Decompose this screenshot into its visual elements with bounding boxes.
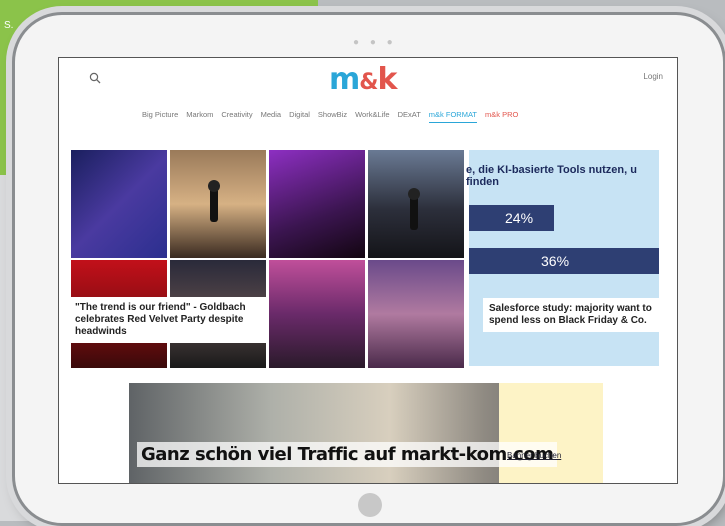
ad-banner-headline[interactable]: Ganz schön viel Traffic auf markt-kom.co… bbox=[137, 442, 558, 467]
nav-item-creativity[interactable]: Creativity bbox=[221, 110, 252, 123]
nav-item-big-picture[interactable]: Big Picture bbox=[142, 110, 178, 123]
nav-item-showbiz[interactable]: ShowBiz bbox=[318, 110, 347, 123]
chart-title: e, die KI-basierte Tools nutzen, u finde… bbox=[466, 164, 637, 188]
nav-item-mk-format[interactable]: m&k FORMAT bbox=[428, 110, 477, 123]
camera-dots: ● ● ● bbox=[353, 37, 397, 48]
nav-item-media[interactable]: Media bbox=[261, 110, 281, 123]
chart-bar-36: 36% bbox=[469, 248, 659, 274]
nav-item-work-life[interactable]: Work&Life bbox=[355, 110, 389, 123]
logo-ampersand: & bbox=[359, 70, 378, 95]
microphone-icon bbox=[208, 180, 220, 222]
microphone-icon bbox=[408, 188, 420, 230]
nav-item-markom[interactable]: Markom bbox=[186, 110, 213, 123]
login-link[interactable]: Login bbox=[643, 72, 663, 81]
home-button[interactable] bbox=[358, 493, 382, 517]
chart-bar-label: 24% bbox=[505, 210, 534, 226]
chart-bar-24: 24% bbox=[469, 205, 554, 231]
website-screen: m&k Login Big Picture Markom Creativity … bbox=[58, 57, 678, 484]
article-caption-salesforce[interactable]: Salesforce study: majority want to spend… bbox=[483, 298, 663, 332]
chart-bar-label: 36% bbox=[541, 253, 570, 269]
article-caption-goldbach[interactable]: "The trend is our friend" - Goldbach cel… bbox=[69, 297, 267, 343]
photo-tile-man-portrait[interactable] bbox=[269, 260, 365, 368]
logo-k: k bbox=[377, 62, 397, 97]
photo-tile-man-microphone[interactable] bbox=[368, 150, 464, 258]
nav-item-mk-pro[interactable]: m&k PRO bbox=[485, 110, 518, 123]
photo-tile-stage[interactable] bbox=[269, 150, 365, 258]
site-logo[interactable]: m&k bbox=[329, 62, 397, 97]
main-nav: Big Picture Markom Creativity Media Digi… bbox=[142, 110, 518, 123]
nav-item-digital[interactable]: Digital bbox=[289, 110, 310, 123]
background-card-subtitle: S. bbox=[4, 20, 14, 31]
photo-tile-party-crowd[interactable] bbox=[71, 150, 167, 258]
search-icon[interactable] bbox=[89, 72, 101, 84]
photo-tile-woman-microphone[interactable] bbox=[170, 150, 266, 258]
photo-tile-venue[interactable] bbox=[368, 260, 464, 368]
logo-m: m bbox=[329, 62, 360, 97]
survey-chart-panel[interactable]: e, die KI-basierte Tools nutzen, u finde… bbox=[466, 150, 659, 366]
ad-banner-side-panel bbox=[499, 383, 603, 483]
banner-buchen-link[interactable]: Banner buchen bbox=[507, 451, 561, 460]
nav-item-dexat[interactable]: DExAT bbox=[398, 110, 421, 123]
